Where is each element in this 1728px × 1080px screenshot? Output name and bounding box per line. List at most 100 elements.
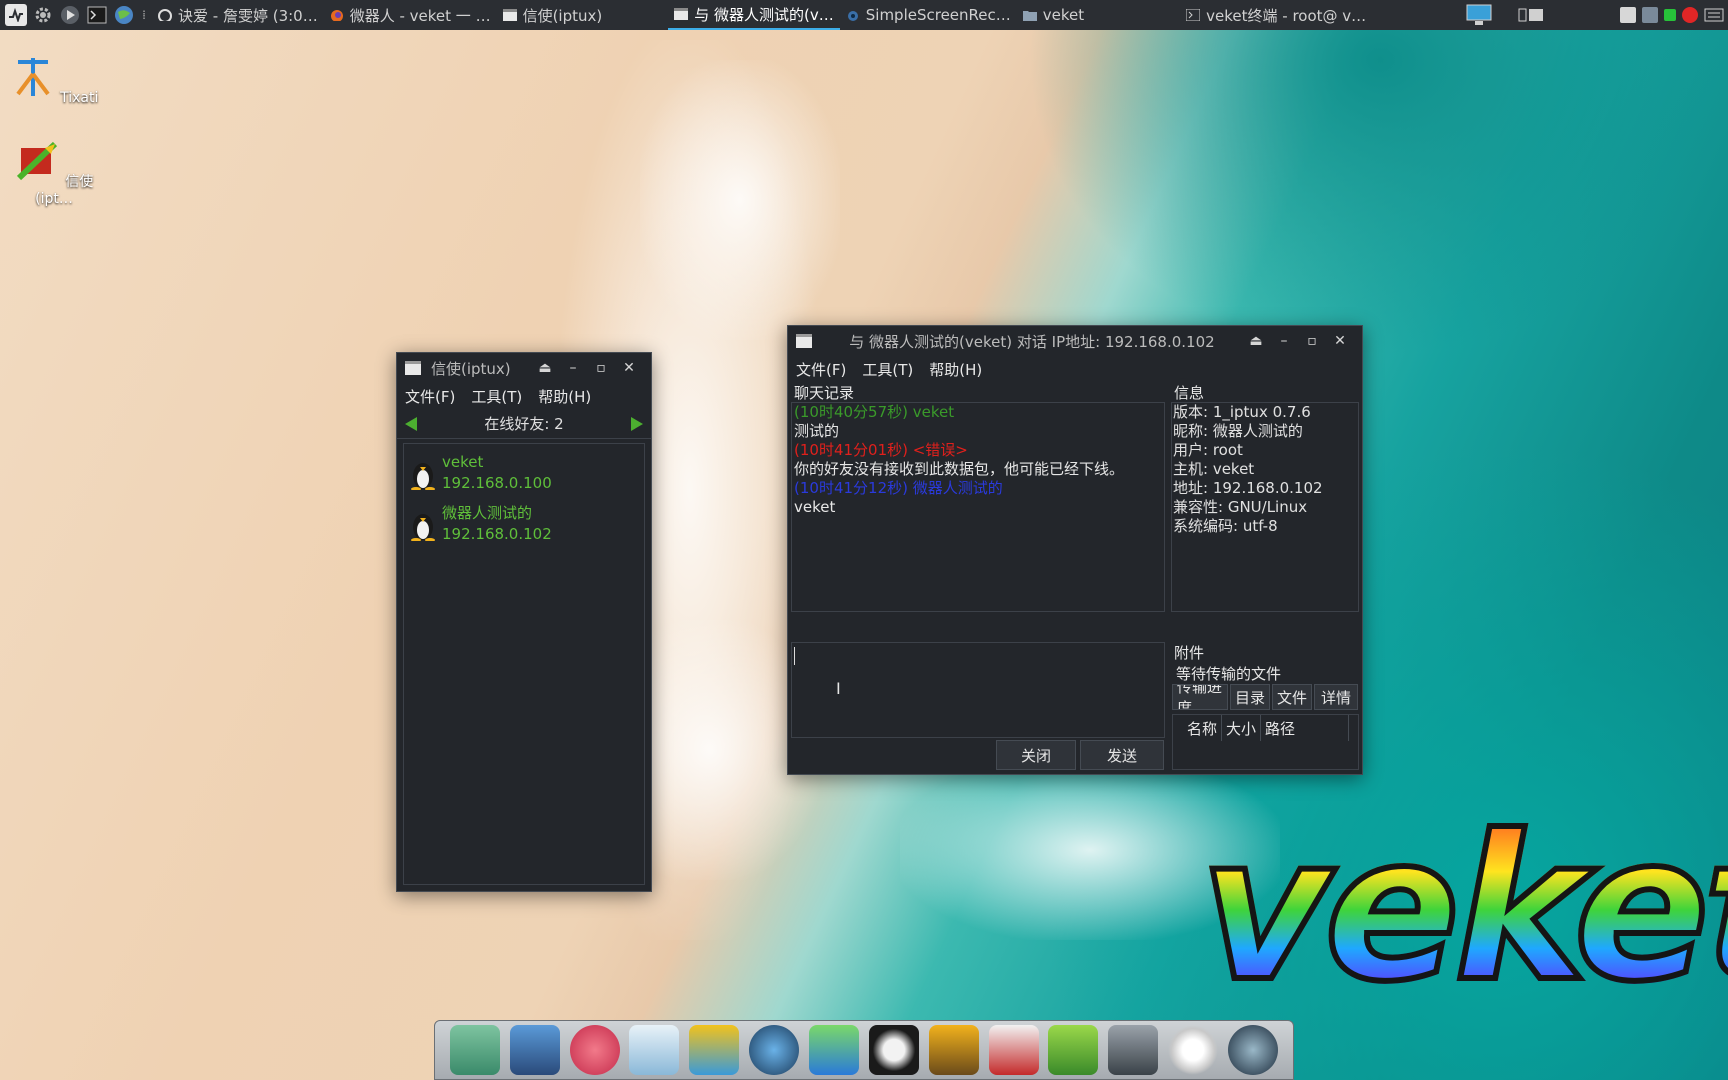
desktop-icon-tixati[interactable]: Tixati [4, 54, 104, 106]
friend-ip: 192.168.0.100 [442, 473, 552, 492]
menu-tools[interactable]: 工具(T) [862, 359, 913, 380]
info-address: 地址: 192.168.0.102 [1173, 479, 1323, 497]
task-screenrec[interactable]: SimpleScreenRec… [840, 0, 1017, 30]
terminal-icon[interactable] [86, 4, 108, 26]
menu-file[interactable]: 文件(F) [405, 386, 455, 407]
task-music[interactable]: 诀爱 - 詹雯婷 (3:0… [152, 0, 324, 30]
file-manager-icon[interactable] [449, 1025, 500, 1075]
window-title: 信使(iptux) [431, 359, 511, 378]
iptux-titlebar[interactable]: 信使(iptux) ⏏ – ▫ ✕ [397, 353, 651, 383]
column-size[interactable]: 大小 [1222, 715, 1262, 741]
pending-files-label: 等待传输的文件 [1176, 665, 1282, 683]
shade-icon[interactable]: ⏏ [1242, 329, 1270, 353]
maximize-icon[interactable]: ▫ [587, 356, 615, 380]
info-compat: 兼容性: GNU/Linux [1173, 498, 1308, 516]
chat-history-label: 聊天记录 [794, 384, 855, 402]
send-button[interactable]: 发送 [1080, 740, 1164, 770]
drive-icon[interactable] [1108, 1025, 1159, 1075]
run-icon[interactable] [59, 4, 81, 26]
iptux-menubar: 文件(F) 工具(T) 帮助(H) [397, 383, 651, 409]
task-label: 微器人 - veket 一 … [349, 6, 491, 25]
mascot-app-icon[interactable] [569, 1025, 620, 1075]
text-editor-icon[interactable] [629, 1025, 680, 1075]
tab-details[interactable]: 详情 [1314, 684, 1358, 710]
system-monitor-icon[interactable] [5, 4, 27, 26]
friend-item[interactable]: veket 192.168.0.100 [404, 444, 644, 495]
penguin-app-icon[interactable] [868, 1025, 919, 1075]
column-path[interactable]: 路径 [1261, 715, 1350, 741]
globe-browser-icon[interactable] [1227, 1025, 1278, 1075]
display-settings-icon[interactable] [509, 1025, 560, 1075]
menu-help[interactable]: 帮助(H) [929, 359, 982, 380]
keyboard-icon[interactable] [1704, 7, 1724, 23]
task-veket-folder[interactable]: veket [1017, 0, 1090, 30]
minimize-icon[interactable]: – [1270, 329, 1298, 353]
arrow-left-icon[interactable] [405, 416, 417, 431]
desktop-icon-iptux[interactable]: 信使(ipt… [4, 138, 104, 207]
firefox-icon [330, 10, 343, 21]
message-text: 测试的 [794, 422, 840, 440]
paint-icon[interactable] [689, 1025, 740, 1075]
tab-file[interactable]: 文件 [1272, 684, 1312, 710]
window-icon [674, 8, 689, 20]
message-input[interactable]: I [791, 642, 1165, 738]
task-terminal[interactable]: veket终端 - root@ v… [1180, 0, 1372, 30]
penguin-icon [411, 513, 435, 541]
dock [434, 1020, 1294, 1080]
task-label: veket [1042, 6, 1085, 24]
chat-titlebar[interactable]: 与 微器人测试的(veket) 对话 IP地址: 192.168.0.102 ⏏… [788, 326, 1362, 356]
terminal-icon [1186, 9, 1201, 21]
folder-icon [1022, 11, 1037, 21]
info-label: 信息 [1174, 384, 1205, 402]
menu-dots-icon[interactable]: ⁞ [140, 4, 148, 26]
music-player-icon [158, 9, 172, 21]
arrow-right-icon[interactable] [631, 416, 643, 431]
media-player-icon[interactable] [749, 1025, 800, 1075]
sun-settings-icon[interactable] [1168, 1025, 1219, 1075]
close-button[interactable]: 关闭 [996, 740, 1076, 770]
exit-door-icon[interactable] [928, 1025, 979, 1075]
info-nickname: 昵称: 微器人测试的 [1173, 422, 1303, 440]
task-iptux[interactable]: 信使(iptux) [497, 0, 609, 30]
message-text: 你的好友没有接收到此数据包，他可能已经下线。 [794, 460, 1125, 478]
menu-file[interactable]: 文件(F) [796, 359, 846, 380]
chat-menubar: 文件(F) 工具(T) 帮助(H) [788, 356, 1362, 382]
attachment-label: 附件 [1174, 644, 1205, 662]
record-icon[interactable] [1682, 7, 1698, 23]
minimize-icon[interactable]: – [559, 356, 587, 380]
network-icon[interactable] [1642, 7, 1658, 23]
friend-item[interactable]: 微器人测试的 192.168.0.102 [404, 495, 644, 546]
task-chat[interactable]: 与 微器人测试的(v… [668, 0, 840, 30]
battery-icon[interactable] [1664, 9, 1676, 21]
message-time: (10时40分57秒) veket [794, 403, 955, 421]
friend-list: veket 192.168.0.100 微器人测试的 192.168.0.102 [403, 443, 645, 885]
close-icon[interactable]: ✕ [1326, 329, 1354, 353]
window-title: 与 微器人测试的(veket) 对话 IP地址: 192.168.0.102 [849, 332, 1215, 351]
monitor-icon[interactable] [1466, 4, 1492, 26]
veket-logo: veket [1200, 790, 1728, 1030]
browser-icon[interactable] [113, 4, 135, 26]
menu-tools[interactable]: 工具(T) [471, 386, 522, 407]
tab-progress[interactable]: 传输进度 [1172, 684, 1228, 710]
friend-name: 微器人测试的 [442, 503, 533, 522]
task-firefox[interactable]: 微器人 - veket 一 … [324, 0, 497, 30]
maximize-icon[interactable]: ▫ [1298, 329, 1326, 353]
close-icon[interactable]: ✕ [615, 356, 643, 380]
task-label: 信使(iptux) [522, 6, 603, 25]
column-name[interactable]: 名称 [1183, 715, 1223, 741]
clipboard-icon[interactable] [1620, 7, 1636, 23]
menu-help[interactable]: 帮助(H) [538, 386, 591, 407]
system-tray [1466, 0, 1728, 30]
settings-icon[interactable] [32, 4, 54, 26]
workspace-switcher-icon[interactable] [1518, 7, 1544, 23]
task-manager-icon[interactable] [988, 1025, 1039, 1075]
tab-directory[interactable]: 目录 [1230, 684, 1270, 710]
shade-icon[interactable]: ⏏ [531, 356, 559, 380]
network-users-icon[interactable] [808, 1025, 859, 1075]
chat-history[interactable]: (10时40分57秒) veket 测试的 (10时41分01秒) <错误> 你… [791, 402, 1165, 612]
help-icon[interactable] [1048, 1025, 1099, 1075]
message-text: veket [794, 498, 836, 516]
info-panel: 版本: 1_iptux 0.7.6 昵称: 微器人测试的 用户: root 主机… [1171, 402, 1359, 612]
message-error-time: (10时41分01秒) <错误> [794, 441, 968, 459]
task-label: veket终端 - root@ v… [1206, 6, 1367, 25]
